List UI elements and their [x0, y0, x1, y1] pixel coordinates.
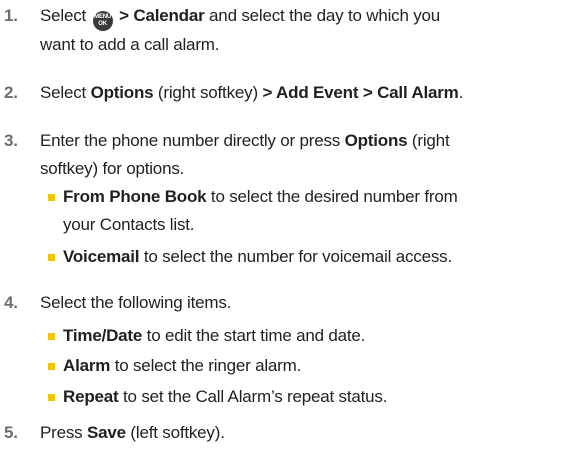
bullet-term: Voicemail [63, 247, 140, 266]
menu-ok-key-icon: MENU OK [92, 11, 113, 31]
options-label: Options [344, 131, 408, 150]
bullet-item: From Phone Book to select the desired nu… [48, 183, 569, 239]
calendar-menu-path: > Calendar [119, 6, 205, 25]
bullet-term: Time/Date [63, 326, 143, 345]
bullet-term: Repeat [63, 387, 119, 406]
bullet-text: to set the Call Alarm’s repeat status. [118, 387, 388, 406]
bullet-item: Repeat to set the Call Alarm’s repeat st… [48, 383, 569, 411]
step-text-post: (left softkey). [125, 423, 225, 442]
step-number: 1. [4, 6, 18, 25]
add-event-menu-path: > Add Event > Call Alarm [262, 83, 459, 102]
step-text-line2: want to add a call alarm. [40, 35, 220, 54]
bullet-text: to select the ringer alarm. [110, 356, 302, 375]
bullet-text-line2: your Contacts list. [63, 215, 195, 234]
bullet-marker [48, 363, 55, 370]
step-number: 3. [4, 131, 18, 150]
bullet-item: Alarm to select the ringer alarm. [48, 352, 569, 380]
step-text: Select the following items. [40, 293, 232, 312]
step-text-pre: Select [40, 6, 87, 25]
step-text: Press Save (left softkey). [40, 419, 569, 447]
step-text: Select MENU OK > Calendar and select the … [40, 2, 569, 59]
step-number: 4. [4, 293, 18, 312]
bullet-term: From Phone Book [63, 187, 207, 206]
bullet-item: Voicemail to select the number for voice… [48, 243, 569, 271]
step-text: Select Options (right softkey) > Add Eve… [40, 83, 464, 102]
bullet-text: to select the number for voicemail acces… [139, 247, 452, 266]
options-label: Options [90, 83, 154, 102]
bullet-text: to edit the start time and date. [142, 326, 366, 345]
step-number: 2. [4, 83, 18, 102]
bullet-term: Alarm [63, 356, 111, 375]
bullet-item: Time/Date to edit the start time and dat… [48, 322, 569, 350]
step-text-mid: (right softkey) [153, 83, 263, 102]
save-label: Save [86, 423, 126, 442]
step-number: 5. [4, 423, 18, 442]
step-text-pre: Press [40, 423, 87, 442]
bullet-marker [48, 194, 55, 201]
step-text-rest: and select the day to which you [204, 6, 441, 25]
step-text-pre: Enter the phone number directly or press [40, 131, 345, 150]
step-text-line2: softkey) for options. [40, 159, 185, 178]
bullet-marker [48, 394, 55, 401]
bullet-marker [48, 254, 55, 261]
instruction-list: 1. Select MENU OK > Calendar and select t… [0, 0, 575, 449]
bullet-text: to select the desired number from [206, 187, 458, 206]
bullet-marker [48, 333, 55, 340]
step-text-pre: Select [40, 83, 91, 102]
step-text: Enter the phone number directly or press… [40, 127, 569, 183]
step-text-post: (right [407, 131, 450, 150]
